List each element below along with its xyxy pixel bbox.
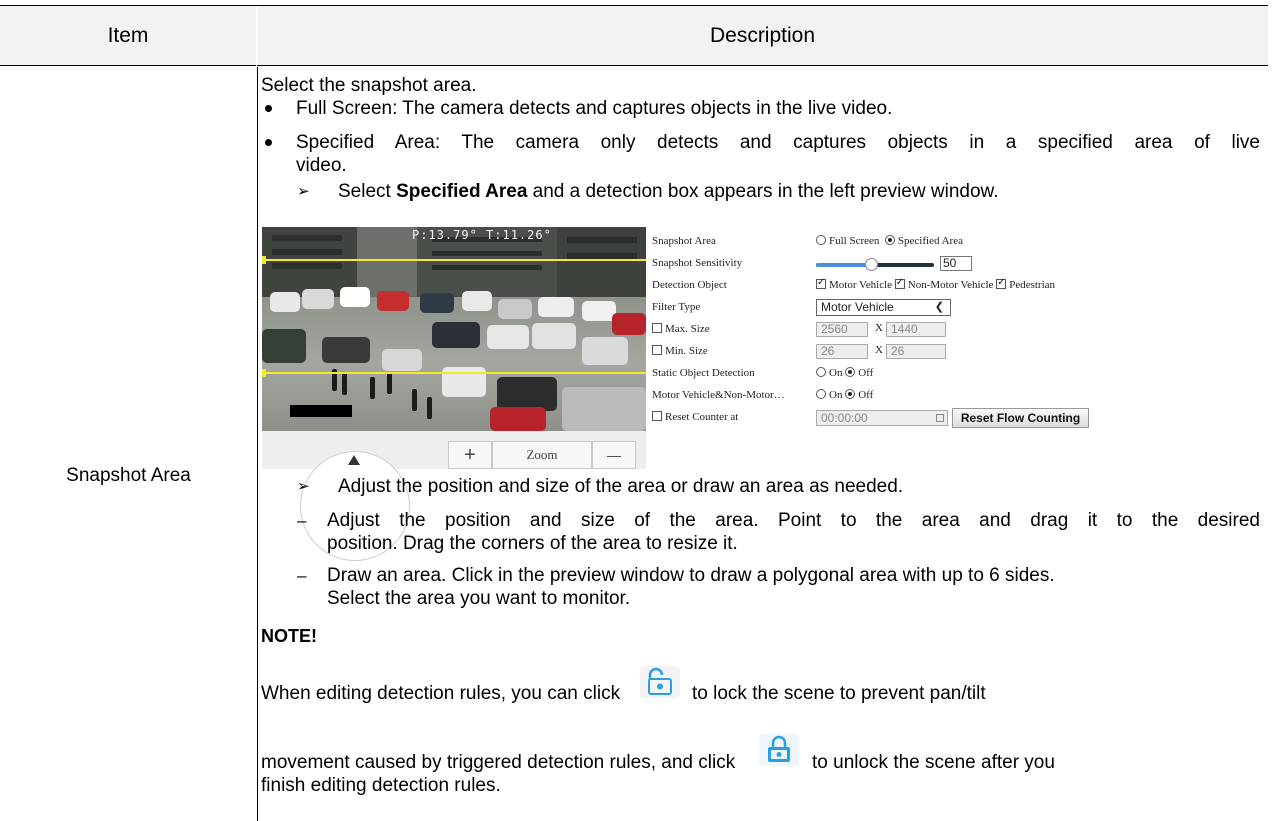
sensitivity-slider-fill [816,263,872,267]
min-size-label: Min. Size [665,345,708,357]
reset-time-value: 00:00:00 [821,411,868,425]
sensitivity-label: Snapshot Sensitivity [652,257,743,269]
zoom-in-button[interactable]: + [448,441,492,469]
dash-draw-line2: Select the area you want to monitor. [327,588,631,609]
note-line2-start: movement caused by triggered detection r… [261,752,736,773]
snapshot-settings-form: Snapshot Area Full Screen Specified Area… [646,227,1128,469]
ptz-up-arrow-icon[interactable] [348,455,360,465]
reset-flow-counting-button[interactable]: Reset Flow Counting [952,408,1089,428]
ptz-control-panel: + Zoom — [262,431,646,561]
bullet-specified-area-2: video. [296,155,347,176]
max-size-checkbox[interactable] [652,323,662,333]
row-static-object: Static Object Detection On Off [646,363,1128,385]
row-max-size: Max. Size 2560 X 1440 [646,319,1128,341]
static-on-label: On [829,367,843,379]
dash-bullet: – [297,566,307,585]
header-item: Item [0,6,257,66]
row-min-size: Min. Size 26 X 26 [646,341,1128,363]
min-size-checkbox[interactable] [652,345,662,355]
mv-off-label: Off [858,389,874,401]
header-description: Description [709,24,816,47]
min-x-separator: X [875,344,883,356]
max-x-separator: X [875,322,883,334]
row-reset-counter: Reset Counter at 00:00:00 Reset Flow Cou… [646,407,1128,429]
non-motor-vehicle-checkbox[interactable] [894,277,905,289]
note-line3: finish editing detection rules. [261,775,501,796]
bullet-specified-area-1: Specified Area: The camera only detects … [296,132,1260,153]
note-title: NOTE! [261,626,317,646]
static-object-label: Static Object Detection [652,367,755,379]
row-detection-object: Detection Object Motor Vehicle Non-Motor… [646,275,1128,297]
bullet-full-screen: Full Screen: The camera detects and capt… [296,98,893,119]
detection-box-bottom-edge[interactable] [262,372,646,374]
mv-on-label: On [829,389,843,401]
arrow-bullet-icon: ➢ [297,183,310,200]
snapshot-area-label: Snapshot Area [652,235,716,247]
ptz-coordinates: P:13.79° T:11.26° [412,228,552,242]
table-header: Item Description [0,6,1268,66]
row-snapshot-area: Snapshot Area Full Screen Specified Area [646,231,1128,253]
row-item-label: Snapshot Area [66,465,191,486]
sensitivity-input[interactable]: 50 [940,256,972,271]
sensitivity-slider-knob[interactable] [865,258,879,271]
sub-bullet-adjust: Adjust the position and size of the area… [338,476,904,497]
embedded-screenshot: P:13.79° T:11.26° + Zoom — Snapshot Area… [262,227,1128,561]
detection-box-top-edge[interactable] [262,259,646,261]
filter-type-label: Filter Type [652,301,701,313]
arrow-bullet-icon: ➢ [297,478,310,495]
pedestrian-label: Pedestrian [1009,279,1056,291]
filter-type-value: Motor Vehicle [821,300,894,314]
note-line1-start: When editing detection rules, you can cl… [261,683,621,704]
max-width-input[interactable]: 2560 [816,322,868,337]
mv-on-radio[interactable] [816,389,826,399]
reset-counter-label: Reset Counter at [665,411,739,423]
static-off-label: Off [858,367,874,379]
dash-bullet: – [297,511,307,530]
detection-object-label: Detection Object [652,279,727,291]
reset-time-input[interactable]: 00:00:00 [816,410,948,426]
lock-open-icon [640,666,680,698]
pedestrian-checkbox[interactable] [996,277,1007,289]
reset-counter-checkbox[interactable] [652,411,662,421]
motor-vehicle-label: Motor Vehicle [829,279,893,291]
full-screen-radio[interactable] [816,235,826,245]
chevron-down-icon: ❮ [934,301,944,313]
calendar-icon[interactable] [936,414,944,422]
dash-adjust-line1: Adjust the position and size of the area… [327,510,1260,531]
full-screen-option-label: Full Screen [829,235,880,247]
specified-area-option-label: Specified Area [897,235,963,247]
mv-off-radio[interactable] [845,389,856,399]
static-on-radio[interactable] [816,367,826,377]
bullet-dot-icon [265,139,272,146]
non-motor-vehicle-label: Non-Motor Vehicle [907,279,994,291]
max-size-label: Max. Size [665,323,710,335]
row-sensitivity: Snapshot Sensitivity 50 [646,253,1128,275]
filter-type-select[interactable]: Motor Vehicle ❮ [816,299,951,316]
note-line2-end: to unlock the scene after you [812,752,1055,773]
zoom-label: Zoom [492,441,592,469]
min-height-input[interactable]: 26 [886,344,946,359]
intro-text: Select the snapshot area. [261,75,477,96]
sub-bullet-select: Select Specified Area and a detection bo… [338,181,999,202]
dash-adjust-line2: position. Drag the corners of the area t… [327,533,738,554]
min-width-input[interactable]: 26 [816,344,868,359]
lock-closed-icon [759,734,799,766]
specified-area-radio[interactable] [884,235,895,245]
bullet-dot-icon [265,105,272,112]
dash-draw-line1: Draw an area. Click in the preview windo… [327,565,1055,586]
live-preview-window[interactable]: P:13.79° T:11.26° [262,227,646,431]
static-off-radio[interactable] [845,367,856,377]
row-filter-type: Filter Type Motor Vehicle ❮ [646,297,1128,319]
note-line1-end: to lock the scene to prevent pan/tilt [692,683,986,704]
column-divider [257,67,258,821]
row-motor-nonmotor: Motor Vehicle&Non-Motor… On Off [646,385,1128,407]
sensitivity-slider[interactable] [816,258,934,271]
motor-nonmotor-label: Motor Vehicle&Non-Motor… [652,389,785,401]
redaction-bar [290,405,352,417]
max-height-input[interactable]: 1440 [886,322,946,337]
motor-vehicle-checkbox[interactable] [816,277,826,289]
zoom-out-button[interactable]: — [592,441,636,469]
